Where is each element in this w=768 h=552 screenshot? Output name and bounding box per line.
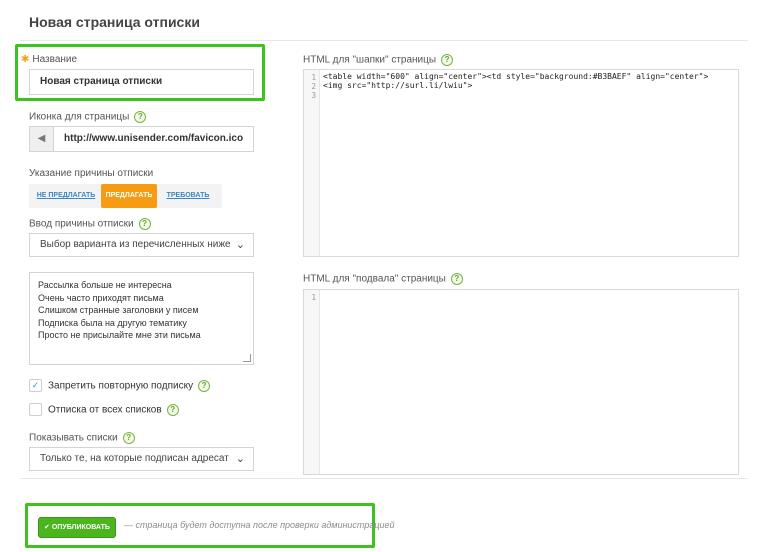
reason-line: Очень часто приходят письма <box>38 292 164 303</box>
help-icon[interactable]: ? <box>138 218 151 230</box>
help-icon[interactable]: ? <box>134 111 147 123</box>
name-input[interactable]: Новая страница отписки <box>29 69 254 95</box>
reason-line: Подписка была на другую тематику <box>38 317 187 328</box>
footer-html-editor[interactable]: 1 <box>303 289 739 475</box>
resize-handle-icon[interactable] <box>243 354 251 362</box>
show-lists-select[interactable]: Только те, на которые подписан адресат ⌄ <box>29 447 254 471</box>
forbid-resubscribe-checkbox[interactable]: ✓ <box>29 379 42 392</box>
publish-button[interactable]: ✔ ОПУБЛИКОВАТЬ <box>38 517 116 538</box>
help-icon[interactable]: ? <box>441 54 454 66</box>
help-icon[interactable]: ? <box>450 273 463 285</box>
option-require[interactable]: ТРЕБОВАТЬ <box>159 184 217 208</box>
line-gutter: 1 2 3 <box>304 70 320 256</box>
help-icon[interactable]: ? <box>122 432 135 444</box>
reason-input-value: Выбор варианта из перечисленных ниже <box>40 239 231 250</box>
header-html-editor[interactable]: 1 2 3 <table width="600" align="center">… <box>303 69 739 257</box>
line-number: 1 <box>311 73 316 82</box>
required-asterisk-icon: ✱ <box>21 54 30 65</box>
forbid-resubscribe-label: Запретить повторную подписку? <box>48 380 211 392</box>
unsubscribe-all-label: Отписка от всех списков? <box>48 404 179 416</box>
reason-segmented-control: НЕ ПРЕДЛАГАТЬ ПРЕДЛАГАТЬ ТРЕБОВАТЬ <box>29 184 222 208</box>
name-label: ✱ Название <box>21 54 78 65</box>
reason-input-select[interactable]: Выбор варианта из перечисленных ниже ⌄ <box>29 233 254 257</box>
help-icon[interactable]: ? <box>166 404 179 416</box>
header-html-label: HTML для "шапки" страницы? <box>303 54 454 66</box>
reason-line: Просто не присылайте мне эти письма <box>38 330 201 340</box>
footer-html-label: HTML для "подвала" страницы? <box>303 273 463 285</box>
reason-line: Рассылка больше не интересна <box>38 280 172 290</box>
code-line: <table width="600" align="center"><td st… <box>323 72 709 81</box>
chevron-down-icon: ⌄ <box>235 239 245 251</box>
show-lists-label: Показывать списки? <box>29 432 135 444</box>
reason-label: Указание причины отписки <box>29 168 154 179</box>
speaker-favicon-icon[interactable]: ◀︎ <box>29 126 54 152</box>
line-number: 3 <box>311 91 316 100</box>
line-gutter: 1 <box>304 290 320 474</box>
title-divider <box>20 40 748 41</box>
unsubscribe-all-checkbox[interactable] <box>29 403 42 416</box>
reason-line: Слишком странные заголовки у писем <box>38 305 199 315</box>
page-title: Новая страница отписки <box>29 14 200 30</box>
option-no-offer[interactable]: НЕ ПРЕДЛАГАТЬ <box>33 184 99 208</box>
code-line: <img src="http://surl.li/lwiu"> <box>323 81 473 90</box>
help-icon[interactable]: ? <box>198 380 211 392</box>
icon-url-input[interactable]: http://www.unisender.com/favicon.ico <box>54 126 254 152</box>
option-offer[interactable]: ПРЕДЛАГАТЬ <box>101 184 157 208</box>
checkmark-icon: ✔ <box>44 524 52 531</box>
icon-label: Иконка для страницы? <box>29 111 147 123</box>
publish-note: — страница будет доступна после проверки… <box>124 520 395 530</box>
line-number: 2 <box>311 82 316 91</box>
line-number: 1 <box>311 293 316 302</box>
reason-input-label: Ввод причины отписки? <box>29 218 151 230</box>
reasons-textarea[interactable]: Рассылка больше не интересна Очень часто… <box>29 272 254 365</box>
chevron-down-icon: ⌄ <box>235 453 245 465</box>
show-lists-value: Только те, на которые подписан адресат <box>40 453 229 464</box>
section-divider <box>20 478 748 479</box>
